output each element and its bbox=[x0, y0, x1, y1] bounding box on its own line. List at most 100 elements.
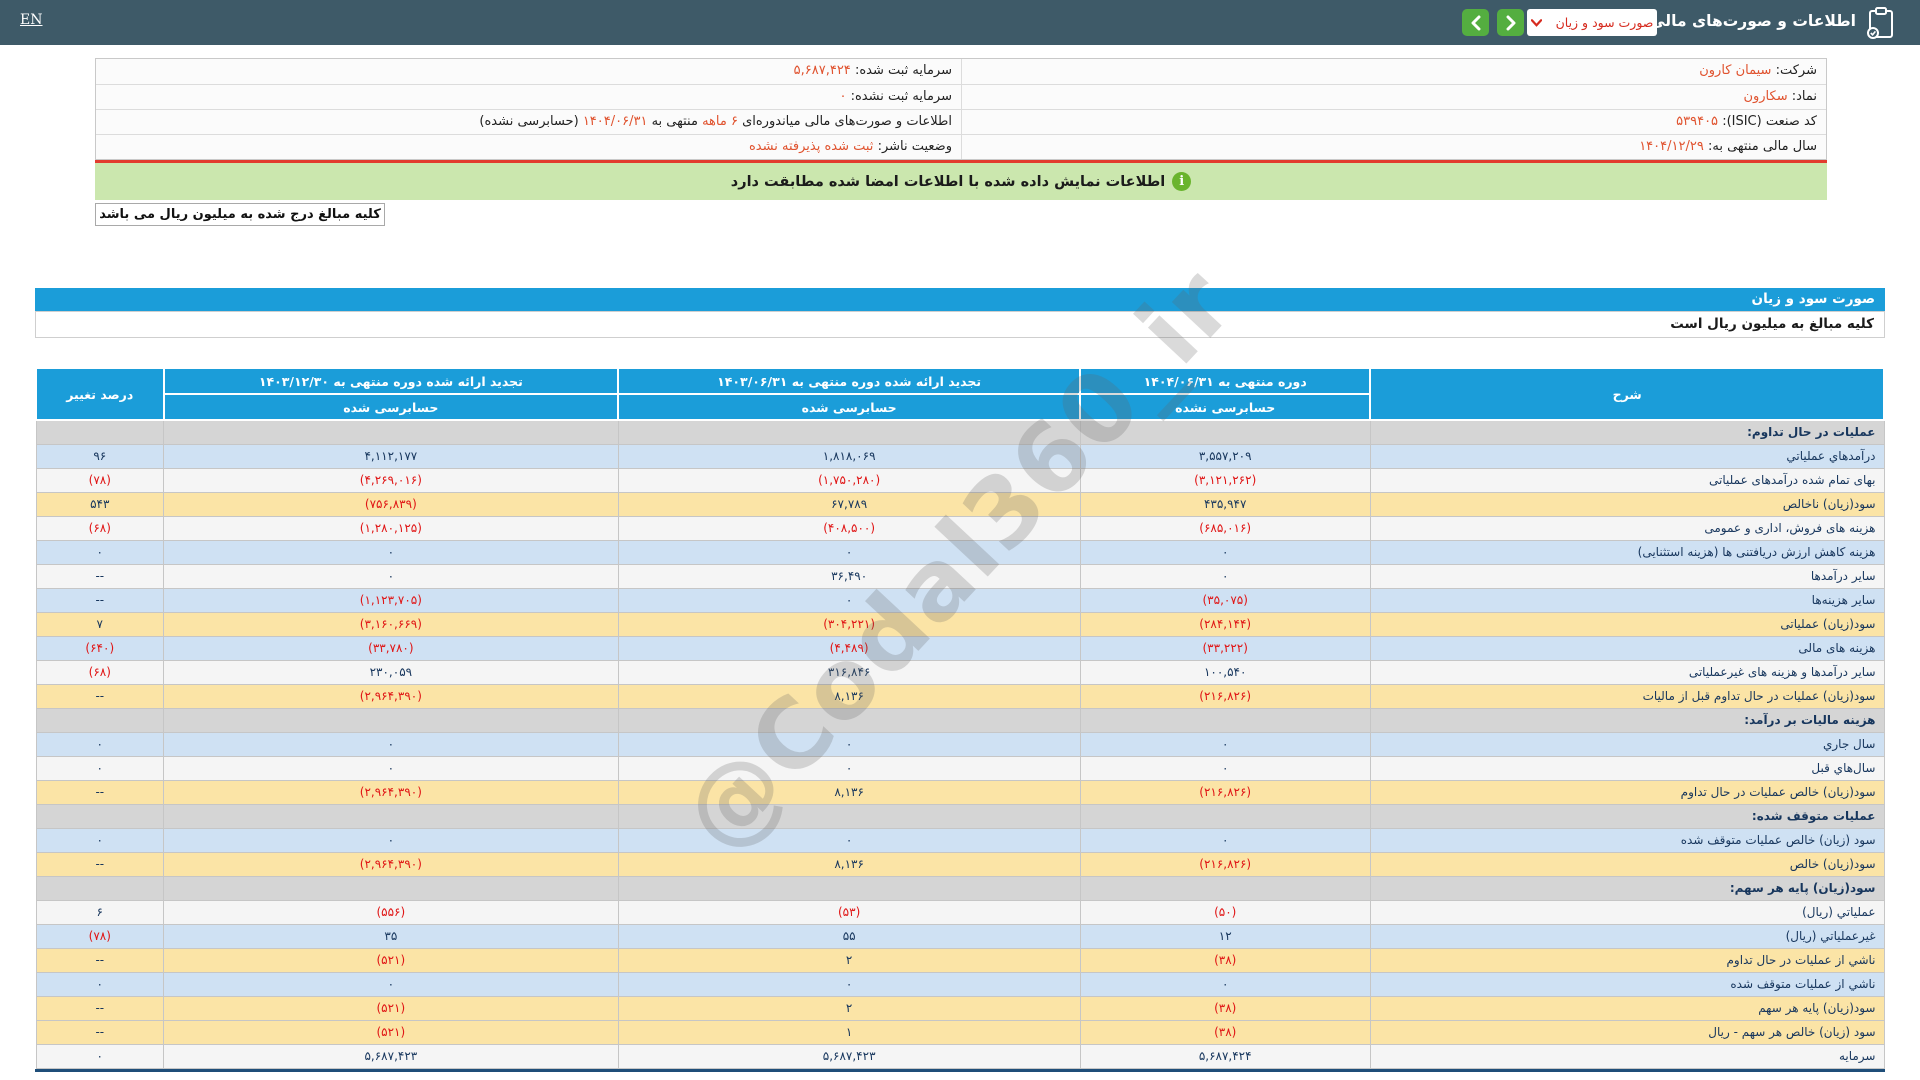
current-value-cell: ۰ bbox=[1080, 756, 1370, 780]
section-label-cell: هزینه مالیات بر درآمد: bbox=[1370, 708, 1884, 732]
restated_half-value-cell: (۴,۴۸۹) bbox=[618, 636, 1080, 660]
current-value-cell: ۰ bbox=[1080, 828, 1370, 852]
empty-cell bbox=[618, 420, 1080, 444]
change-value-cell: -- bbox=[36, 780, 164, 804]
en-language-link[interactable]: EN bbox=[20, 12, 42, 28]
next-statement-button[interactable] bbox=[1497, 9, 1524, 36]
restated_half-value-cell: ۲ bbox=[618, 996, 1080, 1020]
amounts-unit-note: کلیه مبالغ درج شده به میلیون ریال می باش… bbox=[95, 203, 385, 226]
period-length: ۶ ماهه bbox=[702, 114, 738, 129]
restated_half-value-cell: ۰ bbox=[618, 972, 1080, 996]
restated_half-value-cell: ۰ bbox=[618, 540, 1080, 564]
current-value-cell: ۰ bbox=[1080, 564, 1370, 588]
empty-cell bbox=[1080, 420, 1370, 444]
row-label-cell: بهای تمام شده درآمدهای عملیاتی bbox=[1370, 468, 1884, 492]
current-value-cell: ۳,۵۵۷,۲۰۹ bbox=[1080, 444, 1370, 468]
field-label: سرمایه ثبت نشده: bbox=[851, 89, 952, 104]
field-value: ۱۴۰۴/۱۲/۲۹ bbox=[1639, 139, 1704, 154]
table-row: سال جاري۰۰۰۰ bbox=[36, 732, 1884, 756]
restated_half-value-cell: ۵۵ bbox=[618, 924, 1080, 948]
current-value-cell: (۳۵,۰۷۵) bbox=[1080, 588, 1370, 612]
table-row: سال‌هاي قبل۰۰۰۰ bbox=[36, 756, 1884, 780]
restated_half-value-cell: (۳۰۴,۲۲۱) bbox=[618, 612, 1080, 636]
signature-match-banner: i اطلاعات نمایش داده شده با اطلاعات امضا… bbox=[95, 163, 1827, 200]
current-value-cell: ۵,۶۸۷,۴۲۴ bbox=[1080, 1044, 1370, 1068]
header-restated-fullyear: تجدید ارائه شده دوره منتهی به ۱۴۰۳/۱۲/۳۰ bbox=[164, 368, 619, 394]
signature-banner-text: اطلاعات نمایش داده شده با اطلاعات امضا ش… bbox=[731, 174, 1165, 190]
row-label-cell: سود(زیان) ناخالص bbox=[1370, 492, 1884, 516]
empty-cell bbox=[618, 804, 1080, 828]
previous-statement-button[interactable] bbox=[1462, 9, 1489, 36]
field-label: منتهی به bbox=[647, 114, 698, 129]
change-value-cell: ۰ bbox=[36, 972, 164, 996]
empty-cell bbox=[1080, 708, 1370, 732]
current-value-cell: ۱۰۰,۵۴۰ bbox=[1080, 660, 1370, 684]
restated_year-value-cell: ۰ bbox=[164, 732, 619, 756]
change-value-cell: -- bbox=[36, 996, 164, 1020]
table-row: هزینه کاهش ارزش دریافتنی ها (هزینه استثن… bbox=[36, 540, 1884, 564]
row-label-cell: سایر هزینه‌ها bbox=[1370, 588, 1884, 612]
restated_half-value-cell: ۶۷,۷۸۹ bbox=[618, 492, 1080, 516]
table-row: سایر درآمدها۰۳۶,۴۹۰۰-- bbox=[36, 564, 1884, 588]
row-label-cell: سود (زیان) خالص عملیات متوقف شده bbox=[1370, 828, 1884, 852]
restated_year-value-cell: (۵۲۱) bbox=[164, 1020, 619, 1044]
field-value: سیمان کارون bbox=[1699, 63, 1771, 78]
restated_year-value-cell: (۳,۱۶۰,۶۶۹) bbox=[164, 612, 619, 636]
change-value-cell: ۵۴۳ bbox=[36, 492, 164, 516]
period-end-date: ۱۴۰۴/۰۶/۳۱ bbox=[583, 114, 648, 129]
statement-dropdown-selected: صورت سود و زیان bbox=[1556, 15, 1654, 30]
info-icon: i bbox=[1172, 172, 1191, 191]
restated_year-value-cell: ۵,۶۸۷,۴۲۳ bbox=[164, 1044, 619, 1068]
current-value-cell: (۳,۱۲۱,۲۶۲) bbox=[1080, 468, 1370, 492]
empty-cell bbox=[164, 876, 619, 900]
change-value-cell: ۰ bbox=[36, 732, 164, 756]
current-value-cell: (۲۱۶,۸۲۶) bbox=[1080, 780, 1370, 804]
current-value-cell: (۵۰) bbox=[1080, 900, 1370, 924]
restated_year-value-cell: (۱,۲۸۰,۱۲۵) bbox=[164, 516, 619, 540]
change-value-cell: (۷۸) bbox=[36, 468, 164, 492]
row-label-cell: سود (زیان) خالص هر سهم - ریال bbox=[1370, 1020, 1884, 1044]
statement-type-dropdown[interactable]: صورت سود و زیان bbox=[1527, 9, 1657, 36]
current-value-cell: ۰ bbox=[1080, 972, 1370, 996]
table-row: سود(زیان) پایه هر سهم(۳۸)۲(۵۲۱)-- bbox=[36, 996, 1884, 1020]
field-value: ۵,۶۸۷,۴۲۴ bbox=[794, 63, 851, 78]
table-row: سود(زیان) عملیات در حال تداوم قبل از مال… bbox=[36, 684, 1884, 708]
current-value-cell: (۲۱۶,۸۲۶) bbox=[1080, 684, 1370, 708]
section-row: هزینه مالیات بر درآمد: bbox=[36, 708, 1884, 732]
restated_year-value-cell: (۲,۹۶۴,۳۹۰) bbox=[164, 780, 619, 804]
restated_half-value-cell: ۸,۱۳۶ bbox=[618, 780, 1080, 804]
restated_year-value-cell: ۳۵ bbox=[164, 924, 619, 948]
income-statement-table: شرح دوره منتهی به ۱۴۰۴/۰۶/۳۱ تجدید ارائه… bbox=[35, 367, 1885, 1072]
restated_half-value-cell: ۰ bbox=[618, 588, 1080, 612]
chevron-right-icon bbox=[1505, 15, 1517, 31]
restated_half-value-cell: (۴۰۸,۵۰۰) bbox=[618, 516, 1080, 540]
change-value-cell: (۷۸) bbox=[36, 924, 164, 948]
header-fullyear-audit-status: حسابرسی شده bbox=[164, 394, 619, 420]
row-label-cell: عملیاتي (ریال) bbox=[1370, 900, 1884, 924]
table-row: بهای تمام شده درآمدهای عملیاتی(۳,۱۲۱,۲۶۲… bbox=[36, 468, 1884, 492]
audit-status: (حسابرسی نشده) bbox=[479, 114, 578, 129]
section-label-cell: سود(زیان) پایه هر سهم: bbox=[1370, 876, 1884, 900]
header-restated-halfyear: تجدید ارائه شده دوره منتهی به ۱۴۰۳/۰۶/۳۱ bbox=[618, 368, 1080, 394]
restated_year-value-cell: (۷۵۶,۸۳۹) bbox=[164, 492, 619, 516]
current-value-cell: ۴۳۵,۹۴۷ bbox=[1080, 492, 1370, 516]
restated_year-value-cell: (۵۲۱) bbox=[164, 996, 619, 1020]
empty-cell bbox=[1080, 876, 1370, 900]
row-label-cell: سود(زیان) عملیات در حال تداوم قبل از مال… bbox=[1370, 684, 1884, 708]
row-label-cell: سایر درآمدها bbox=[1370, 564, 1884, 588]
chevron-left-icon bbox=[1470, 15, 1482, 31]
table-row: سود(زیان) ناخالص۴۳۵,۹۴۷۶۷,۷۸۹(۷۵۶,۸۳۹)۵۴… bbox=[36, 492, 1884, 516]
restated_year-value-cell: (۲,۹۶۴,۳۹۰) bbox=[164, 852, 619, 876]
change-value-cell: ۶ bbox=[36, 900, 164, 924]
row-label-cell: ناشي از عملیات در حال تداوم bbox=[1370, 948, 1884, 972]
table-row: سرمایه۵,۶۸۷,۴۲۴۵,۶۸۷,۴۲۳۵,۶۸۷,۴۲۳۰ bbox=[36, 1044, 1884, 1068]
company-info-row: کد صنعت (ISIC): ۵۳۹۴۰۵ اطلاعات و صورت‌ها… bbox=[96, 109, 1826, 134]
row-label-cell: سود(زیان) خالص عملیات در حال تداوم bbox=[1370, 780, 1884, 804]
row-label-cell: سال جاري bbox=[1370, 732, 1884, 756]
empty-cell bbox=[36, 876, 164, 900]
change-value-cell: ۰ bbox=[36, 540, 164, 564]
restated_half-value-cell: ۰ bbox=[618, 828, 1080, 852]
restated_year-value-cell: ۰ bbox=[164, 756, 619, 780]
statement-title-bar: صورت سود و زیان bbox=[35, 288, 1885, 311]
restated_half-value-cell: ۱,۸۱۸,۰۶۹ bbox=[618, 444, 1080, 468]
